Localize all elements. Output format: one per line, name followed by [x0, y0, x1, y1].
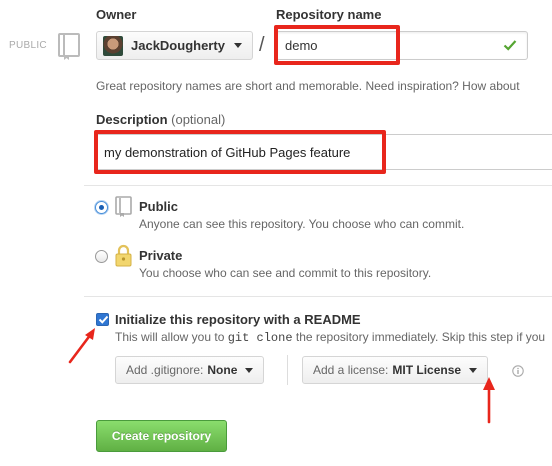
repo-name-hint: Great repository names are short and mem… — [96, 79, 520, 93]
info-icon[interactable] — [512, 365, 524, 377]
description-highlight — [94, 130, 386, 174]
readme-desc: This will allow you to git clone the rep… — [115, 330, 545, 345]
owner-name: JackDougherty — [131, 38, 225, 53]
chevron-down-icon — [233, 43, 242, 48]
arrow-annotation-icon — [483, 377, 495, 424]
select-separator — [287, 355, 288, 385]
private-desc: You choose who can see and commit to thi… — [139, 266, 432, 280]
license-select[interactable]: Add a license: MIT License — [302, 356, 489, 384]
license-value: MIT License — [392, 363, 462, 377]
avatar — [103, 35, 123, 56]
description-optional: (optional) — [171, 112, 226, 127]
readme-desc-start: This will allow you to — [115, 330, 225, 344]
description-label: Description (optional) — [96, 112, 225, 127]
public-book-icon — [115, 196, 132, 217]
divider — [84, 185, 552, 186]
lock-icon — [115, 244, 132, 267]
gitignore-select[interactable]: Add .gitignore: None — [115, 356, 265, 384]
public-radio[interactable] — [95, 201, 108, 214]
public-title: Public — [139, 199, 179, 214]
private-radio[interactable] — [95, 250, 108, 263]
repo-book-icon — [58, 33, 80, 60]
gitignore-label: Add .gitignore: — [126, 363, 204, 377]
valid-check-icon — [503, 40, 517, 51]
owner-select[interactable]: JackDougherty — [96, 31, 253, 60]
readme-title: Initialize this repository with a README — [115, 312, 361, 327]
owner-label: Owner — [96, 7, 137, 22]
create-repository-button[interactable]: Create repository — [96, 420, 227, 452]
public-desc: Anyone can see this repository. You choo… — [139, 217, 465, 231]
description-label-text: Description — [96, 112, 168, 127]
repo-name-label: Repository name — [276, 7, 382, 22]
chevron-down-icon — [245, 367, 254, 373]
owner-repo-separator: / — [259, 34, 265, 56]
arrow-annotation-icon — [68, 328, 95, 364]
readme-desc-end: the repository immediately. Skip this st… — [295, 330, 546, 344]
gitignore-value: None — [207, 363, 238, 377]
private-title: Private — [139, 248, 183, 263]
visibility-badge: PUBLIC — [9, 40, 47, 51]
repo-name-highlight — [274, 25, 400, 65]
divider — [84, 296, 552, 297]
readme-desc-code: git clone — [227, 331, 293, 345]
chevron-down-icon — [469, 367, 478, 373]
license-label: Add a license: — [313, 363, 389, 377]
